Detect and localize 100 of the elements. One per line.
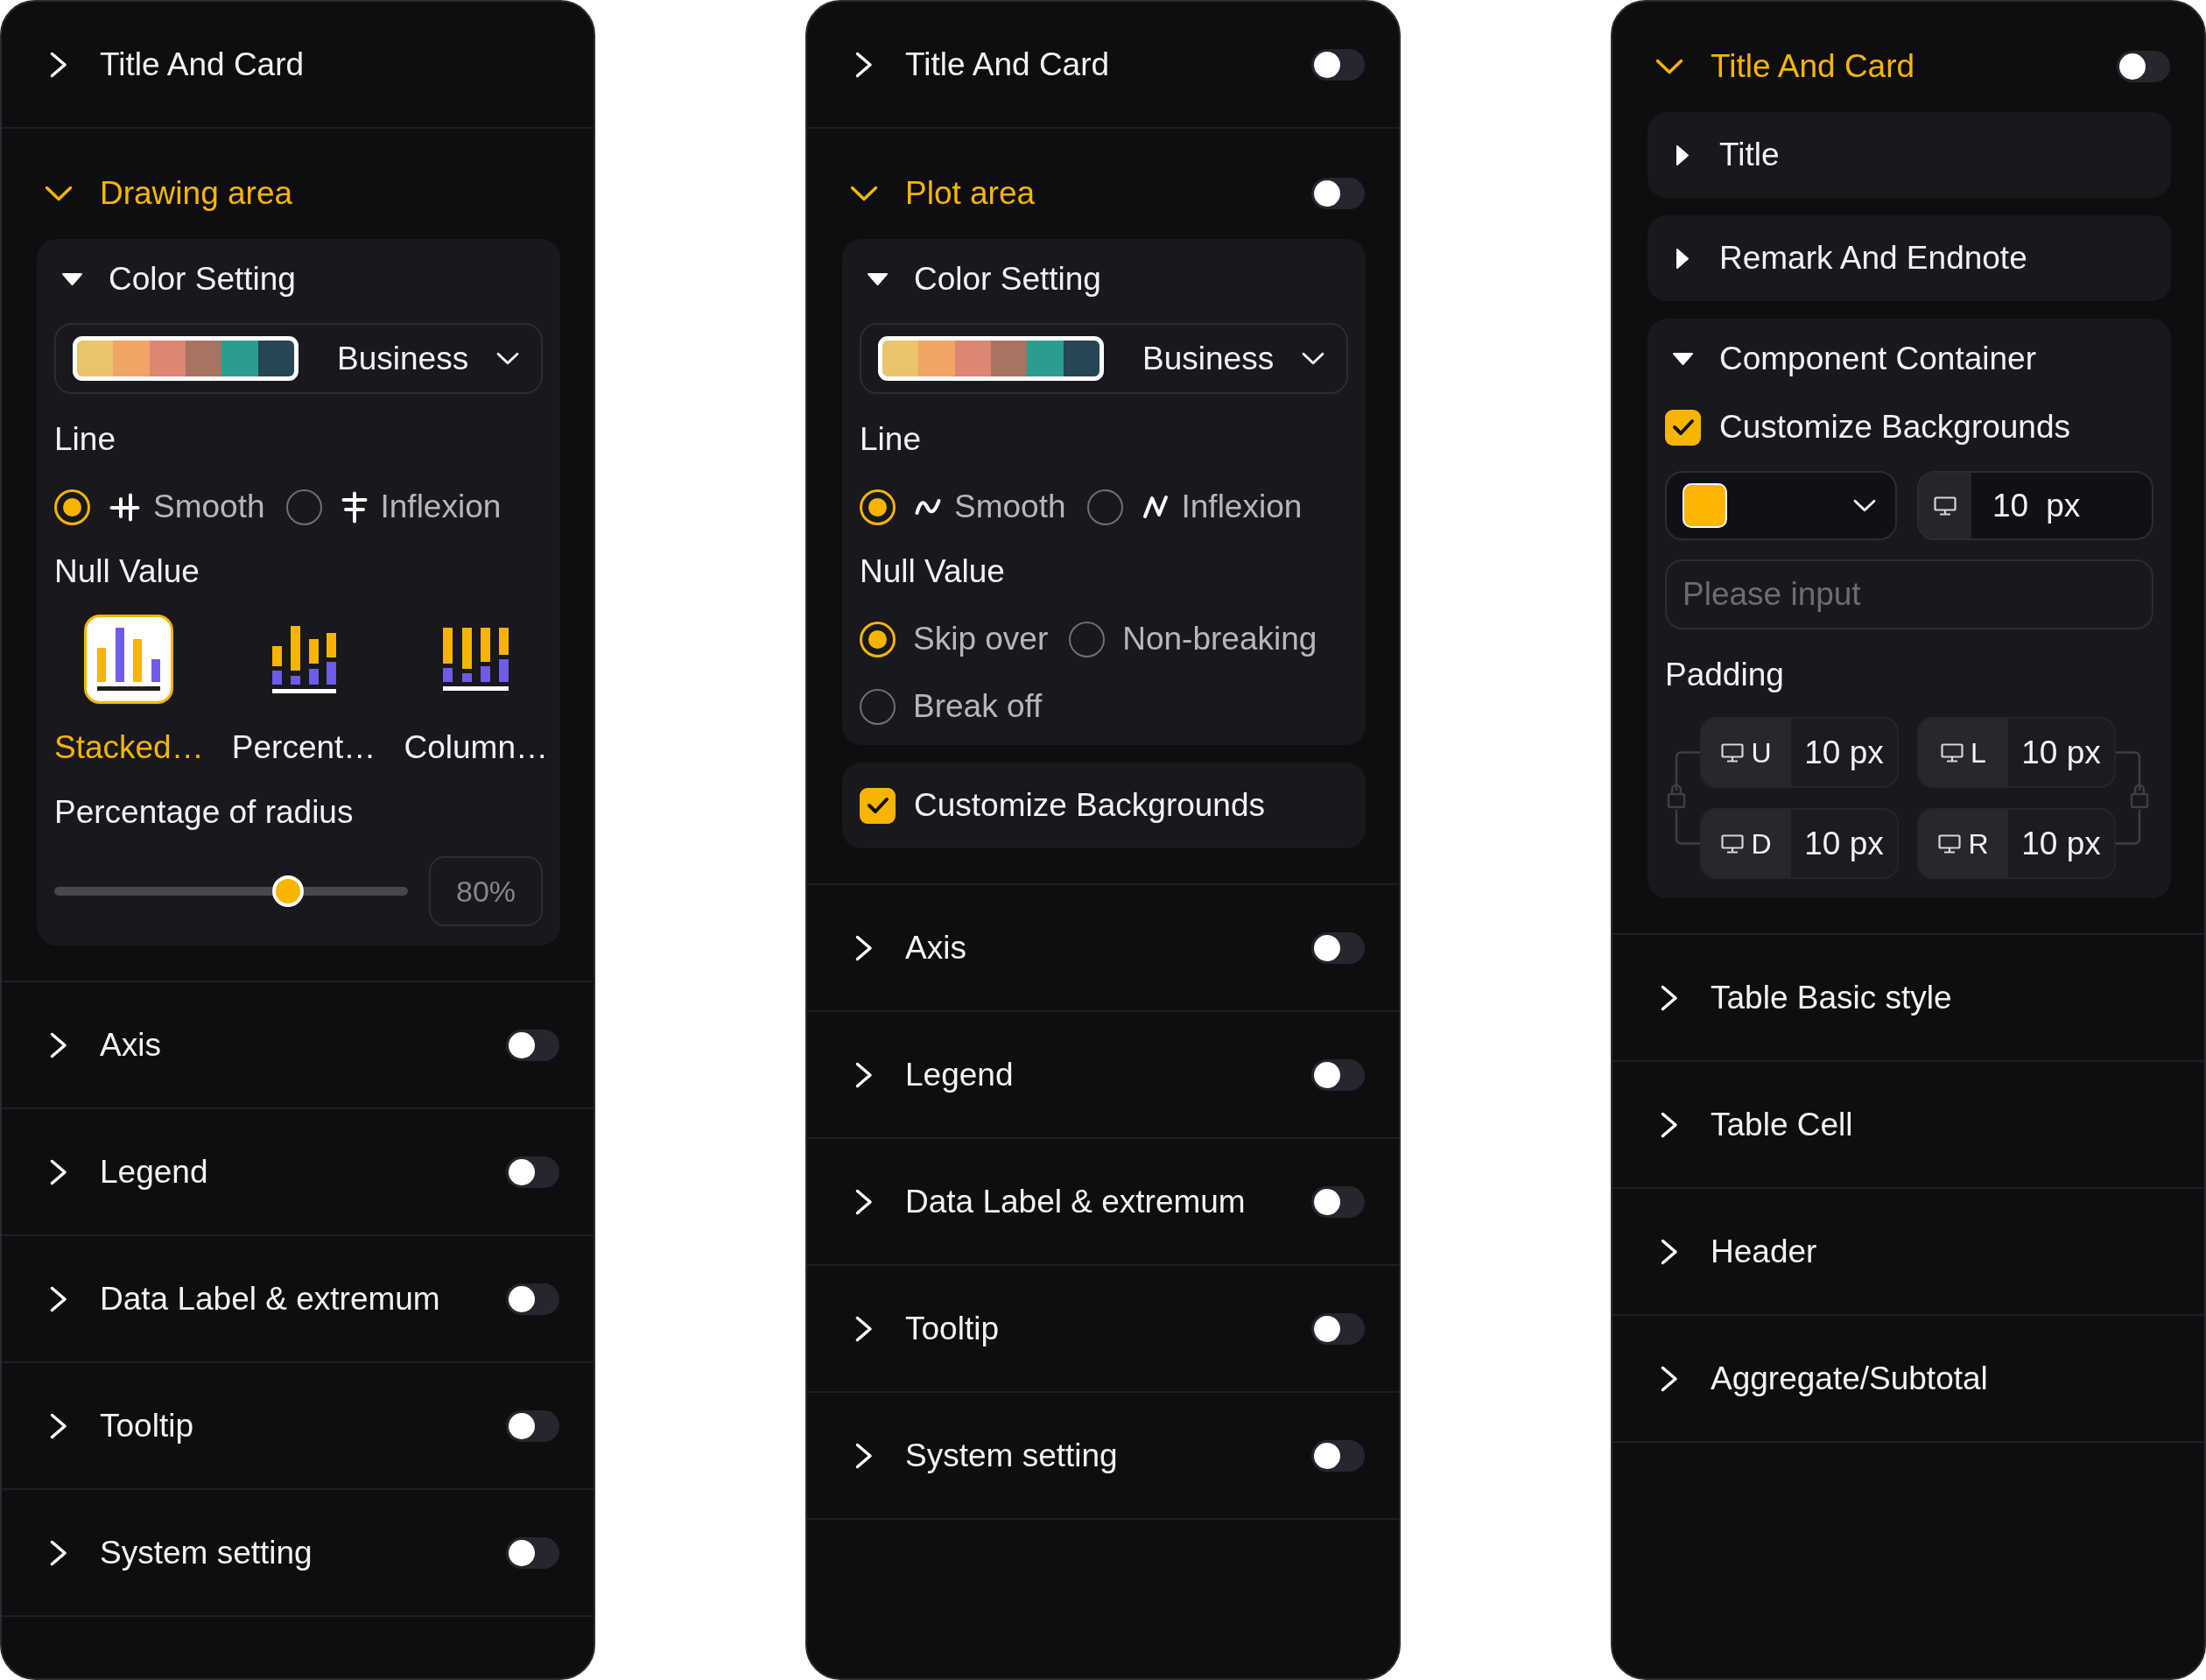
toggle-switch[interactable] — [506, 1283, 559, 1315]
chevron-right-icon — [50, 1539, 67, 1566]
option-label: Skip over — [913, 620, 1049, 658]
field-label: Padding — [1665, 656, 1785, 694]
monitor-icon — [1941, 742, 1964, 763]
checkbox-label: Customize Backgrounds — [914, 786, 1266, 825]
section-header[interactable]: Header — [1655, 1232, 1817, 1271]
toggle-switch[interactable] — [1311, 48, 1365, 81]
chevron-right-icon — [1661, 1238, 1678, 1265]
radio-button[interactable] — [1086, 489, 1123, 525]
chart-type-option[interactable]: Percent… — [231, 615, 376, 767]
group-header[interactable]: Component Container — [1671, 340, 2036, 378]
padding-field[interactable]: L 10 px — [1917, 717, 2116, 788]
section-header[interactable]: Tooltip — [850, 1309, 999, 1348]
option-label: Smooth — [153, 488, 265, 526]
radio-button[interactable] — [1069, 621, 1106, 657]
chart-type-option[interactable]: Stacked… — [54, 615, 204, 767]
triangle-down-icon — [1671, 352, 1694, 366]
crossed-line-icon — [341, 490, 368, 524]
group-header[interactable]: Color Setting — [866, 260, 1101, 299]
chevron-right-icon — [1661, 1365, 1678, 1392]
chevron-right-icon — [855, 934, 873, 961]
field-label: Line — [54, 420, 116, 459]
section-header[interactable]: Axis — [45, 1025, 161, 1065]
chevron-down-icon — [1853, 499, 1876, 512]
toggle-switch[interactable] — [1311, 1312, 1365, 1345]
radio-button[interactable] — [54, 489, 90, 525]
color-select[interactable] — [1665, 471, 1897, 540]
radio-button[interactable] — [860, 688, 896, 725]
toggle-switch[interactable] — [506, 1536, 559, 1569]
monitor-icon — [1721, 833, 1745, 854]
bar-chart-icon — [84, 615, 174, 704]
section-header[interactable]: System setting — [850, 1436, 1118, 1475]
section-header[interactable]: Table Basic style — [1655, 978, 1952, 1017]
radio-button[interactable] — [860, 489, 896, 525]
chevron-right-icon — [855, 1188, 873, 1215]
monitor-icon — [1938, 833, 1962, 854]
section-header[interactable]: Drawing area — [45, 174, 293, 213]
section-header[interactable]: System setting — [45, 1533, 313, 1572]
section-header[interactable]: Legend — [45, 1152, 208, 1191]
toggle-switch[interactable] — [1311, 931, 1365, 964]
padding-field[interactable]: D 10 px — [1700, 808, 1899, 879]
chevron-down-icon — [1655, 59, 1683, 74]
value-field[interactable]: 80% — [429, 856, 543, 926]
toggle-switch[interactable] — [1311, 1058, 1365, 1091]
triangle-down-icon — [866, 272, 889, 286]
toggle-switch[interactable] — [506, 1029, 559, 1061]
triangle-right-icon — [1676, 247, 1690, 270]
chevron-right-icon — [855, 1442, 873, 1469]
triangle-right-icon — [1676, 144, 1690, 166]
padding-field[interactable]: U 10 px — [1700, 717, 1899, 788]
chevron-right-icon — [855, 1315, 873, 1342]
checkbox[interactable] — [860, 787, 896, 824]
option-label: Non-breaking — [1122, 620, 1317, 658]
chevron-right-icon — [50, 1285, 67, 1312]
chevron-down-icon — [496, 352, 519, 365]
stacked-bar-chart-icon — [271, 625, 336, 693]
toggle-switch[interactable] — [1311, 1185, 1365, 1218]
chart-type-option[interactable]: Column… — [404, 615, 548, 767]
chevron-down-icon — [45, 186, 73, 201]
zigzag-icon — [1142, 494, 1169, 520]
section-header[interactable]: Title And Card — [1655, 47, 1915, 86]
size-field[interactable]: 10 px — [1917, 471, 2153, 540]
padding-field[interactable]: R 10 px — [1917, 808, 2116, 879]
radio-button[interactable] — [860, 621, 896, 657]
toggle-switch[interactable] — [1311, 178, 1365, 209]
palette-select[interactable]: Business — [54, 323, 543, 394]
section-header[interactable]: Plot area — [850, 174, 1036, 213]
section-header[interactable]: Legend — [850, 1055, 1014, 1094]
radio-button[interactable] — [285, 489, 322, 525]
checkbox[interactable] — [1665, 409, 1701, 446]
section-header[interactable]: Title And Card — [850, 45, 1110, 84]
option-label: Break off — [913, 687, 1043, 726]
group-header[interactable]: Color Setting — [60, 260, 296, 299]
section-header[interactable]: Title And Card — [45, 45, 305, 84]
triangle-down-icon — [60, 272, 83, 286]
chevron-right-icon — [1661, 1111, 1678, 1138]
toggle-switch[interactable] — [1311, 1439, 1365, 1472]
section-header[interactable]: Data Label & extremum — [850, 1182, 1246, 1221]
chevron-down-icon — [1302, 352, 1324, 365]
text-field[interactable]: Please input — [1665, 559, 2153, 629]
checkbox-label: Customize Backgrounds — [1719, 408, 2071, 446]
section-header[interactable]: Tooltip — [45, 1406, 193, 1445]
section-header[interactable]: Data Label & extremum — [45, 1279, 440, 1318]
field-label: Percentage of radius — [54, 793, 355, 832]
monitor-icon — [1721, 742, 1745, 763]
field-label: Line — [860, 420, 922, 459]
section-header[interactable]: Axis — [850, 928, 966, 967]
toggle-switch[interactable] — [506, 1409, 559, 1442]
slider-thumb[interactable] — [271, 875, 304, 907]
section-header[interactable]: Table Cell — [1655, 1105, 1853, 1144]
palette-select[interactable]: Business — [860, 323, 1348, 394]
chevron-down-icon — [850, 186, 878, 201]
group-header[interactable]: Title — [1671, 136, 1780, 174]
toggle-switch[interactable] — [506, 1156, 559, 1188]
monitor-icon — [1934, 496, 1957, 516]
section-header[interactable]: Aggregate/Subtotal — [1655, 1359, 1988, 1398]
group-header[interactable]: Remark And Endnote — [1671, 239, 2027, 278]
toggle-switch[interactable] — [2117, 51, 2170, 82]
chevron-right-icon — [50, 51, 67, 78]
